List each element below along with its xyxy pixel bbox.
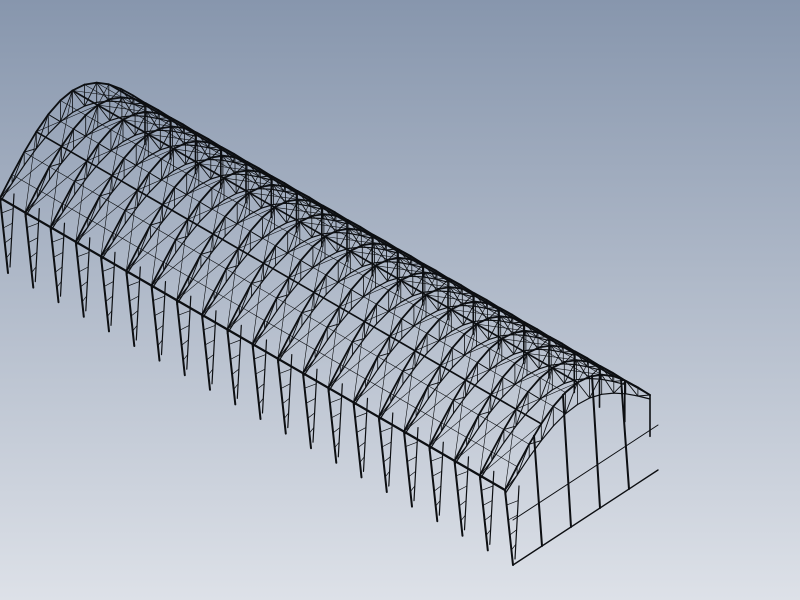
cad-viewport[interactable] <box>0 0 800 600</box>
truss-bottom-chord <box>310 217 324 220</box>
truss-bottom-chord <box>587 377 602 380</box>
truss-bottom-chord <box>158 129 172 132</box>
truss-bottom-chord <box>613 392 627 395</box>
truss-bottom-chord <box>461 304 475 307</box>
truss-bottom-chord <box>133 115 147 118</box>
truss-bottom-chord <box>411 275 425 278</box>
truss-bottom-chord <box>385 261 400 263</box>
truss-bottom-chord <box>259 188 273 190</box>
truss-bottom-chord <box>562 363 576 366</box>
truss-bottom-chord <box>335 231 349 234</box>
truss-bottom-chord <box>512 334 526 336</box>
truss-bottom-chord <box>108 100 122 103</box>
truss-bottom-chord <box>234 173 248 176</box>
truss-bottom-chord <box>486 319 501 322</box>
truss-bottom-chord <box>183 144 198 147</box>
truss-bottom-chord <box>284 202 299 205</box>
truss-bottom-chord <box>537 348 551 351</box>
truss-bottom-chord <box>360 246 374 249</box>
steel-frame-model <box>0 0 800 600</box>
truss-bottom-chord <box>436 290 450 293</box>
truss-bottom-chord <box>209 158 223 161</box>
